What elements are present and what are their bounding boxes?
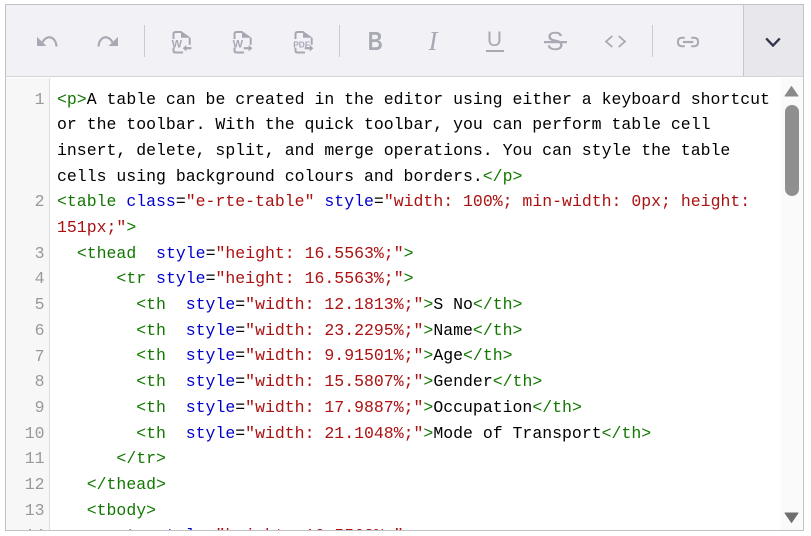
- svg-text:W: W: [233, 38, 244, 50]
- svg-text:W: W: [172, 38, 183, 50]
